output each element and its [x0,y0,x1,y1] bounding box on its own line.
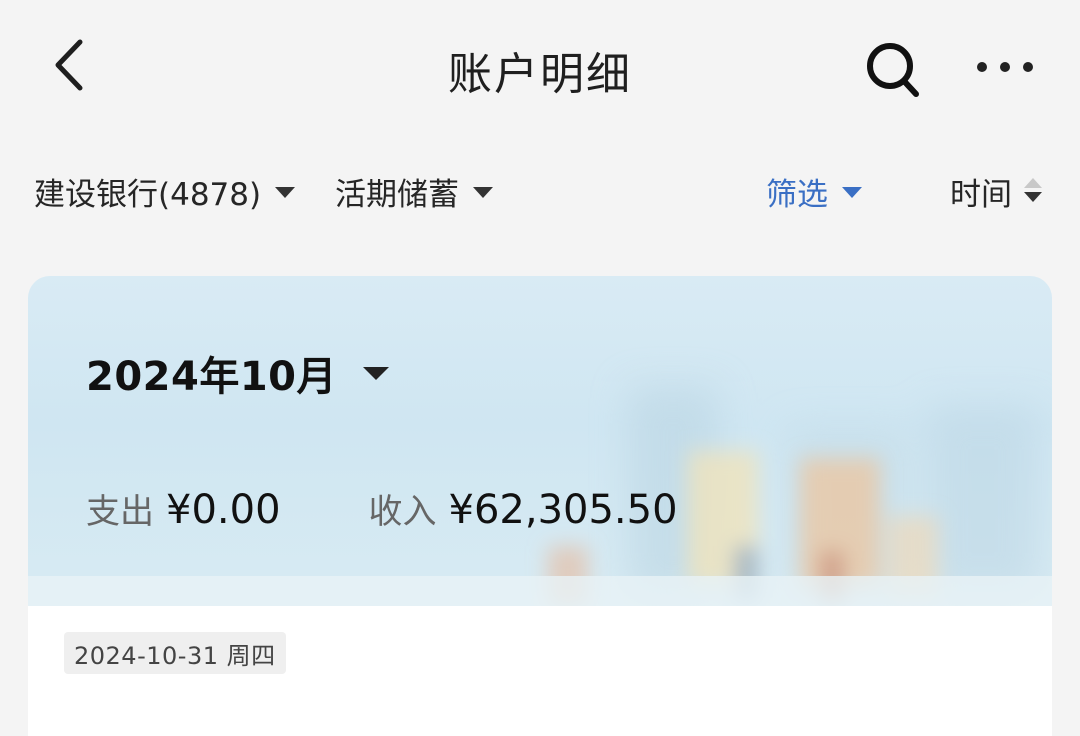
filter-bar: 建设银行(4878) 活期储蓄 筛选 时间 [0,160,1080,222]
more-button[interactable] [968,40,1044,94]
income-label: 收入 [368,492,437,532]
account-type-label: 活期储蓄 [335,176,459,213]
sort-by-time-button[interactable]: 时间 [950,160,1044,222]
monthly-summary-card: 2024年10月 支出 ¥0.00 收入 ¥62,305.50 [28,276,1052,606]
caret-down-icon [275,186,296,198]
month-selector[interactable]: 2024年10月 [86,344,389,402]
caret-down-icon [363,366,389,380]
summary-stats: 支出 ¥0.00 收入 ¥62,305.50 [86,484,678,533]
caret-down-icon [473,186,493,198]
account-type-dropdown[interactable]: 活期储蓄 [335,160,493,222]
transaction-list: 2024-10-31 周四 [28,606,1052,736]
app-header: 账户明细 [0,0,1080,135]
bank-account-label: 建设银行(4878) [34,176,262,213]
sort-icon [1024,176,1044,206]
filter-dropdown[interactable]: 筛选 [766,160,862,222]
income-value: ¥62,305.50 [448,487,678,533]
search-icon [867,43,919,97]
bank-account-dropdown[interactable]: 建设银行(4878) [34,160,296,222]
card-background-illustration [28,386,1052,606]
sort-label: 时间 [950,176,1012,213]
expense-value: ¥0.00 [166,487,281,533]
date-header-badge: 2024-10-31 周四 [64,632,286,674]
filter-label: 筛选 [766,176,828,213]
expense-label: 支出 [86,492,154,532]
month-label: 2024年10月 [86,354,337,400]
search-button[interactable] [856,36,928,102]
caret-down-icon [842,186,862,198]
more-horizontal-icon [977,62,1033,72]
